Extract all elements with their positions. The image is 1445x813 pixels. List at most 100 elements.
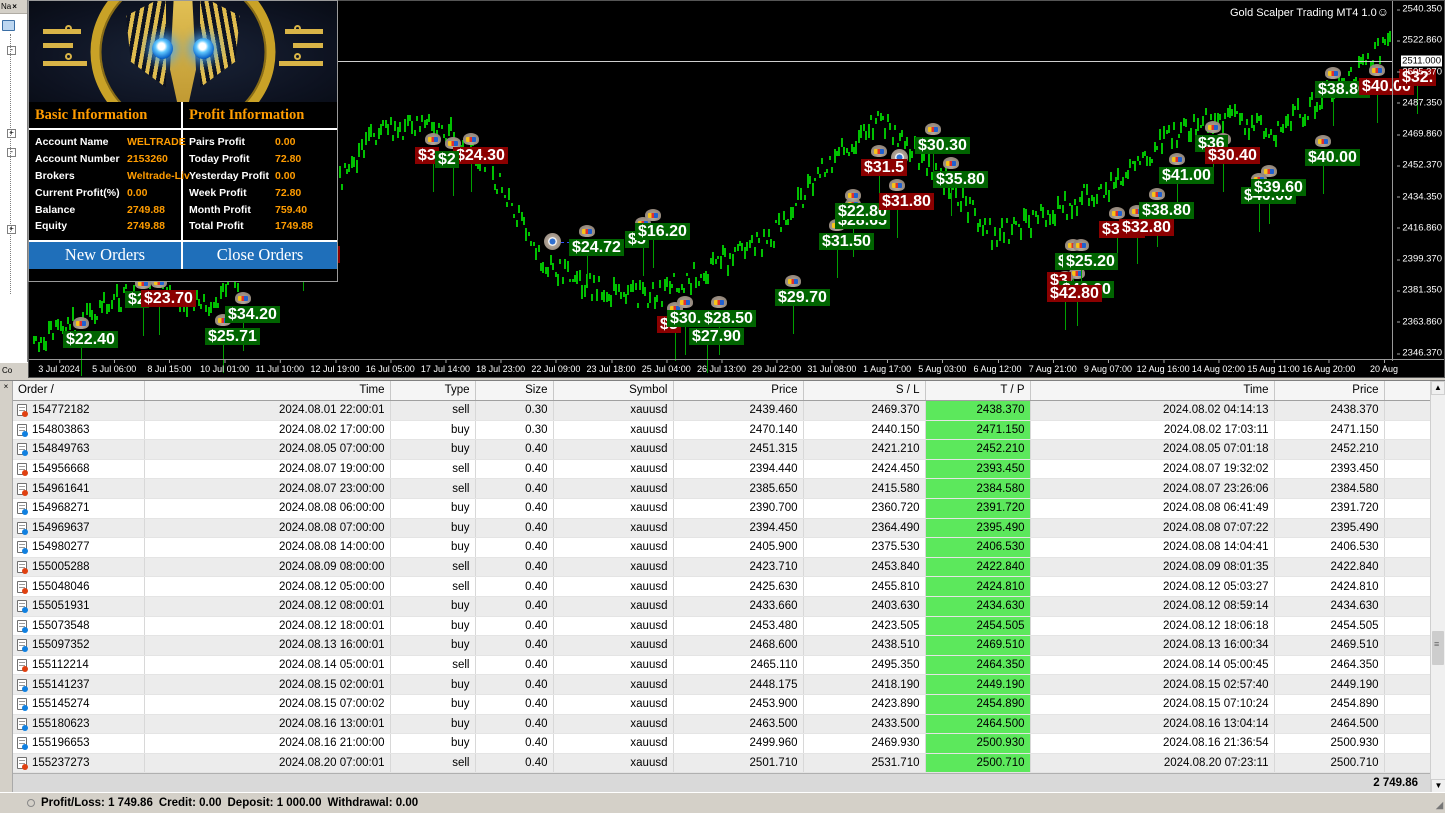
cell-order: 155145274	[13, 694, 145, 715]
price-candle	[1185, 119, 1188, 127]
price-candle	[200, 303, 203, 310]
price-candle	[983, 218, 986, 225]
price-candle	[1367, 53, 1370, 60]
price-candle	[1204, 107, 1207, 115]
scrollbar-thumb[interactable]	[1432, 631, 1444, 665]
resize-grip-icon[interactable]: ◢	[1436, 800, 1443, 811]
table-row[interactable]: 154980277 2024.08.08 14:00:00 buy 0.40 xauus…	[13, 537, 1445, 558]
close-icon[interactable]: ×	[12, 2, 17, 11]
tag-stem	[1065, 302, 1066, 330]
profit-tag: $24.30	[453, 147, 508, 164]
row-value: Weltrade-Liv	[127, 169, 190, 182]
table-row[interactable]: 154961641 2024.08.07 23:00:00 sell 0.40 xauu…	[13, 478, 1445, 499]
navigator-root-node[interactable]	[0, 18, 27, 33]
cell-close-time: 2024.08.13 16:00:34	[1030, 635, 1275, 656]
new-orders-button[interactable]: New Orders	[29, 241, 183, 269]
price-candle	[1110, 172, 1112, 182]
table-row[interactable]: 155073548 2024.08.12 18:00:01 buy 0.40 xauus…	[13, 616, 1445, 637]
price-candle	[52, 333, 55, 340]
cell-size: 0.40	[475, 694, 554, 715]
cell-order: 155180623	[13, 714, 145, 735]
tag-stem	[793, 306, 794, 334]
price-candle	[1243, 127, 1246, 136]
column-header-stop-loss[interactable]: S / L	[803, 381, 926, 401]
scroll-down-button[interactable]: ▼	[1431, 779, 1445, 793]
cell-size: 0.40	[475, 753, 554, 774]
chevron-collapse-icon[interactable]: -	[7, 148, 16, 157]
tab-common[interactable]: Co	[0, 362, 28, 378]
table-row[interactable]: 155196653 2024.08.16 21:00:00 buy 0.40 xauus…	[13, 733, 1445, 754]
cell-take-profit: 2464.500	[925, 714, 1031, 735]
price-candle	[362, 150, 365, 158]
column-header-order[interactable]: Order /	[13, 381, 145, 401]
table-row[interactable]: 154968271 2024.08.08 06:00:00 buy 0.40 xauus…	[13, 498, 1445, 519]
sidebar-item-scripts[interactable]: +	[0, 222, 27, 237]
column-header-size[interactable]: Size	[475, 381, 554, 401]
column-header-symbol[interactable]: Symbol	[553, 381, 674, 401]
table-row[interactable]: 155180623 2024.08.16 13:00:01 buy 0.40 xauus…	[13, 714, 1445, 735]
time-tick: 3 Jul 2024	[38, 360, 80, 374]
cell-symbol: xauusd	[553, 557, 674, 578]
cell-order: 155073548	[13, 616, 145, 637]
table-row[interactable]: 155097352 2024.08.13 16:00:01 buy 0.40 xauus…	[13, 635, 1445, 656]
column-header-close-price[interactable]: Price	[1274, 381, 1385, 401]
vertical-scrollbar[interactable]: ▲ ▼	[1430, 381, 1445, 793]
price-candle	[763, 229, 766, 237]
cell-stop-loss: 2469.930	[803, 733, 926, 754]
price-candle	[644, 286, 647, 297]
table-row[interactable]: 155112214 2024.08.14 05:00:01 sell 0.40 xauu…	[13, 655, 1445, 676]
column-header-close-time[interactable]: Time	[1030, 381, 1275, 401]
scroll-up-button[interactable]: ▲	[1431, 381, 1445, 395]
price-candle	[1379, 56, 1382, 64]
cell-type: buy	[390, 596, 476, 617]
order-cell-content: 155005288	[17, 561, 139, 575]
column-header-open-time[interactable]: Time	[144, 381, 391, 401]
logo-node	[294, 53, 301, 60]
cell-close-time: 2024.08.12 18:06:18	[1030, 616, 1275, 637]
sell-order-icon	[17, 404, 28, 418]
chevron-collapse-icon[interactable]: -	[7, 46, 16, 55]
price-candle	[1158, 128, 1161, 141]
time-tick: 1 Aug 17:00	[863, 360, 912, 374]
price-candle	[37, 342, 40, 352]
time-tick: 22 Jul 09:00	[531, 360, 581, 374]
chevron-expand-icon[interactable]: +	[7, 129, 16, 138]
price-candle	[896, 143, 899, 148]
cell-close-time: 2024.08.02 04:14:13	[1030, 400, 1275, 421]
table-row[interactable]: 154772182 2024.08.01 22:00:01 sell 0.30 xauu…	[13, 400, 1445, 421]
column-header-open-price[interactable]: Price	[673, 381, 804, 401]
price-candle	[906, 137, 909, 146]
price-candle	[981, 224, 984, 236]
table-row[interactable]: 154956668 2024.08.07 19:00:00 sell 0.40 xauu…	[13, 459, 1445, 480]
cell-symbol: xauusd	[553, 478, 674, 499]
price-candle	[1054, 213, 1057, 227]
sidebar-item-accounts[interactable]: -	[0, 43, 27, 58]
table-row[interactable]: 155237273 2024.08.20 07:00:01 sell 0.40 xauu…	[13, 753, 1445, 774]
column-header-take-profit[interactable]: T / P	[925, 381, 1031, 401]
table-row[interactable]: 155145274 2024.08.15 07:00:02 buy 0.40 xauus…	[13, 694, 1445, 715]
price-candle	[67, 317, 69, 324]
price-candle	[966, 211, 969, 224]
cell-stop-loss: 2421.210	[803, 439, 926, 460]
price-candle	[389, 117, 392, 125]
close-icon[interactable]: ×	[0, 381, 12, 391]
cell-size: 0.40	[475, 498, 554, 519]
table-row[interactable]: 154969637 2024.08.08 07:00:00 buy 0.40 xauus…	[13, 518, 1445, 539]
table-row[interactable]: 155141237 2024.08.15 02:00:01 buy 0.40 xauus…	[13, 674, 1445, 695]
table-row[interactable]: 155048046 2024.08.12 05:00:00 sell 0.40 xauu…	[13, 576, 1445, 597]
time-scale[interactable]: 3 Jul 2024 5 Jul 06:00 8 Jul 15:00 10 Jul 0…	[29, 359, 1444, 377]
sidebar-item-indicators[interactable]: +	[0, 126, 27, 141]
sidebar-item-expert-advisors[interactable]: -	[0, 145, 27, 160]
column-header-type[interactable]: Type	[390, 381, 476, 401]
close-orders-button[interactable]: Close Orders	[183, 241, 337, 269]
table-row[interactable]: 155051931 2024.08.12 08:00:01 buy 0.40 xauus…	[13, 596, 1445, 617]
chevron-expand-icon[interactable]: +	[7, 225, 16, 234]
table-row[interactable]: 154803863 2024.08.02 17:00:00 buy 0.30 xauus…	[13, 420, 1445, 441]
basic-information-header: Basic Information	[29, 102, 181, 130]
table-row[interactable]: 154849763 2024.08.05 07:00:00 buy 0.40 xauus…	[13, 439, 1445, 460]
table-row[interactable]: 155005288 2024.08.09 08:00:00 sell 0.40 xauu…	[13, 557, 1445, 578]
cell-type: buy	[390, 635, 476, 656]
price-candle	[751, 234, 753, 243]
status-bar: Profit/Loss: 1 749.86 Credit: 0.00 Depos…	[0, 792, 1445, 813]
price-candle	[726, 264, 729, 276]
